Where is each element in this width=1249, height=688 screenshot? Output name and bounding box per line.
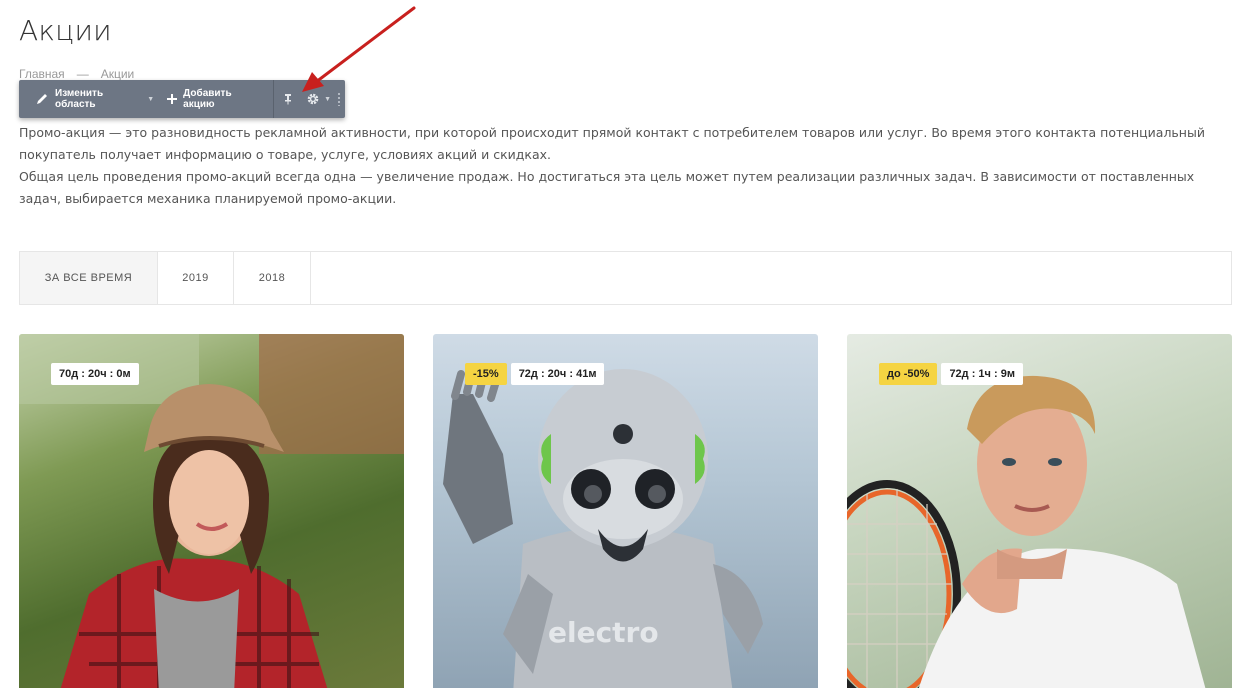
- promo-card[interactable]: 70д : 20ч : 0м: [19, 334, 404, 688]
- settings-button[interactable]: ▼: [300, 80, 337, 118]
- edit-area-label: Изменить область: [55, 88, 104, 110]
- chevron-down-icon: ▼: [147, 95, 155, 103]
- breadcrumb: Главная — Акции: [19, 67, 134, 81]
- breadcrumb-home[interactable]: Главная: [19, 67, 65, 81]
- promo-card[interactable]: до -50% 72д : 1ч : 9м: [847, 334, 1232, 688]
- add-promo-label: Добавить акцию: [183, 88, 232, 110]
- discount-badge: до -50%: [879, 363, 938, 385]
- add-promo-button[interactable]: Добавить акцию: [160, 80, 269, 118]
- tab-2019[interactable]: 2019: [158, 252, 234, 304]
- breadcrumb-separator: —: [76, 67, 89, 81]
- countdown-badge: 72д : 20ч : 41м: [510, 363, 605, 385]
- countdown-badge: 70д : 20ч : 0м: [51, 363, 139, 385]
- gear-icon: [307, 93, 319, 105]
- intro-paragraph-2: Общая цель проведения промо-акций всегда…: [19, 169, 1195, 206]
- countdown-badge: 72д : 1ч : 9м: [941, 363, 1023, 385]
- pin-icon: [285, 94, 292, 105]
- page-title: Акции: [19, 14, 112, 47]
- promo-image-robot: electro: [443, 364, 763, 688]
- pencil-icon: [37, 94, 47, 104]
- year-filter-tabs: ЗА ВСЕ ВРЕМЯ 2019 2018: [19, 251, 1232, 305]
- plus-icon: [167, 94, 178, 104]
- card-badges: 70д : 20ч : 0м: [51, 363, 139, 385]
- card-badges: до -50% 72д : 1ч : 9м: [879, 363, 1023, 385]
- tab-2018[interactable]: 2018: [234, 252, 311, 304]
- pin-button[interactable]: [274, 80, 300, 118]
- intro-paragraph-1: Промо-акция — это разновидность рекламно…: [19, 125, 1205, 162]
- edit-area-button[interactable]: Изменить область ▼: [19, 80, 160, 118]
- intro-text: Промо-акция — это разновидность рекламно…: [19, 122, 1219, 210]
- admin-toolbar: Изменить область ▼ Добавить акцию ▼: [19, 80, 345, 118]
- robot-brand-text: electro: [548, 616, 659, 649]
- promo-image-woman: [19, 334, 404, 688]
- card-badges: -15% 72д : 20ч : 41м: [465, 363, 605, 385]
- promo-card[interactable]: electro -15% 72д : 20ч : 41м: [433, 334, 818, 688]
- chevron-down-icon: ▼: [324, 95, 332, 103]
- grip-icon[interactable]: [337, 92, 341, 106]
- promo-image-tennis: [847, 375, 1206, 688]
- discount-badge: -15%: [465, 363, 507, 385]
- tab-all-time[interactable]: ЗА ВСЕ ВРЕМЯ: [20, 252, 158, 304]
- breadcrumb-current: Акции: [100, 67, 135, 81]
